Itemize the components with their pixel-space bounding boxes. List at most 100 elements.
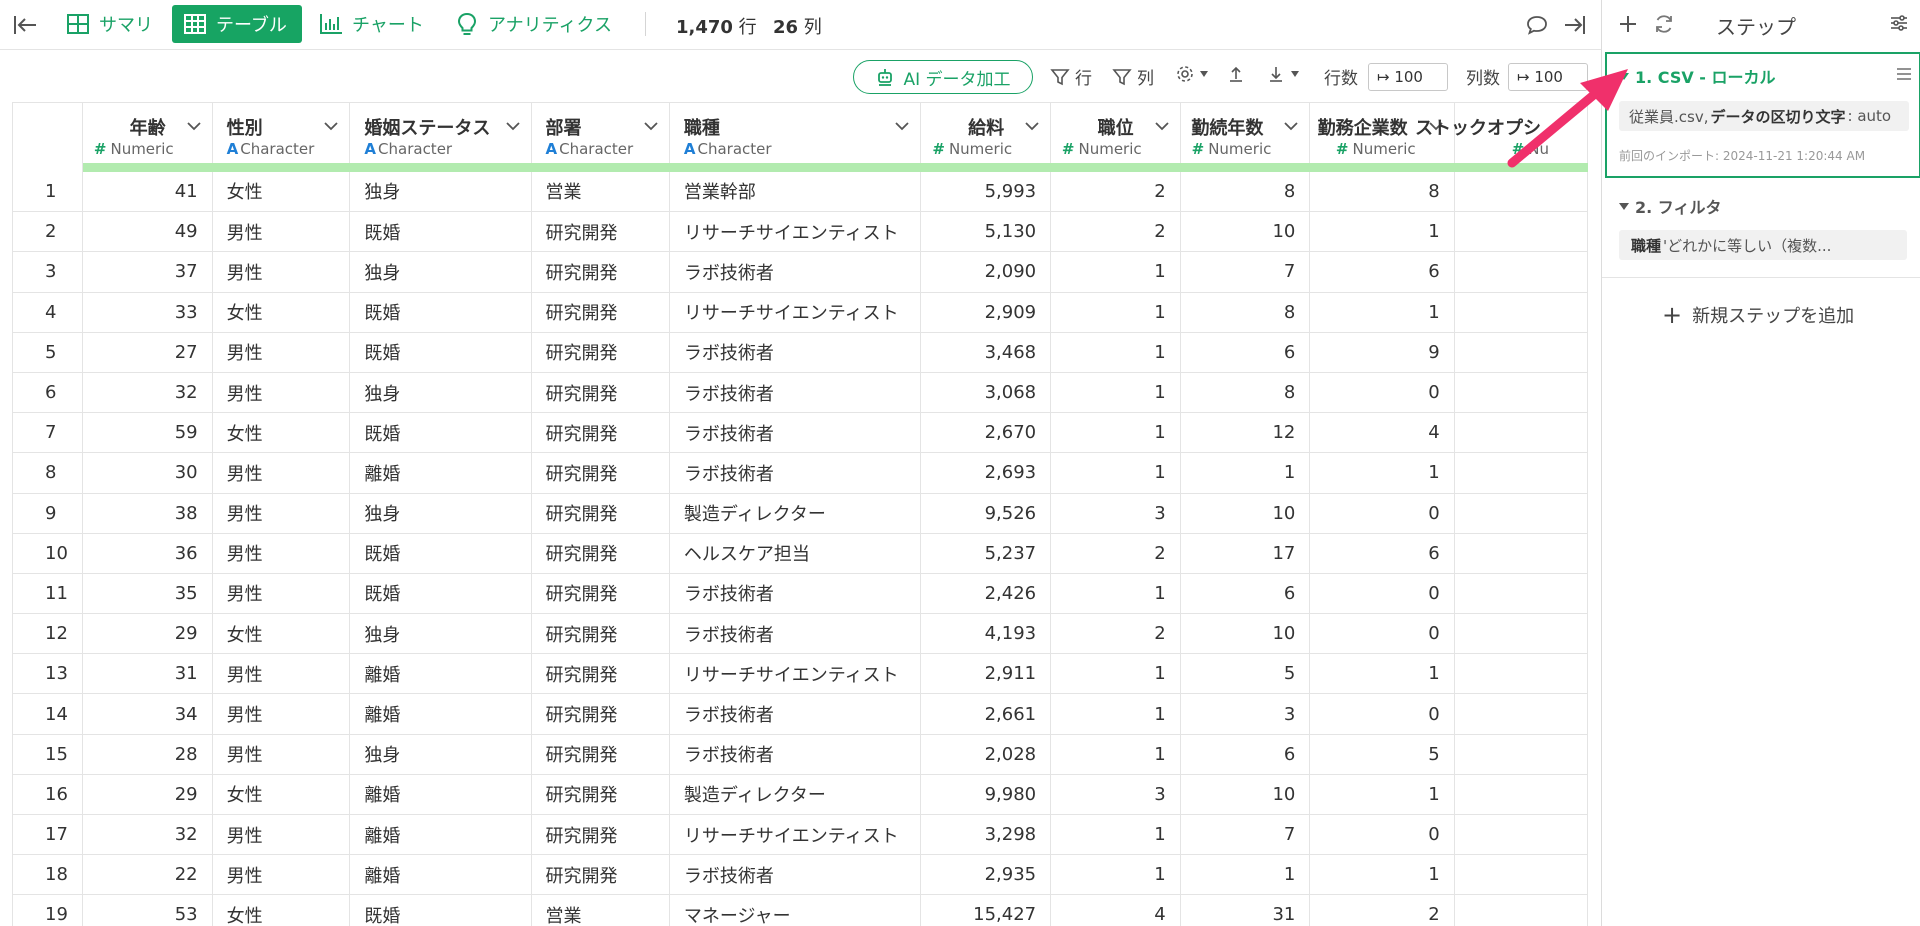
table-row[interactable]: 9 38 男性 独身 研究開発 製造ディレクター 9,526 3 10 0 <box>13 493 1588 534</box>
table-cell[interactable]: 5 <box>1309 734 1455 775</box>
table-cell[interactable]: 既婚 <box>349 332 532 373</box>
table-cell[interactable]: 営業 <box>531 894 670 926</box>
table-cell[interactable]: 既婚 <box>349 292 532 333</box>
table-cell[interactable]: 既婚 <box>349 211 532 253</box>
table-cell[interactable]: 2 <box>1050 613 1181 655</box>
table-row[interactable]: 4 33 女性 既婚 研究開発 リサーチサイエンティスト 2,909 1 8 1 <box>13 292 1588 333</box>
table-cell[interactable]: 1 <box>1180 854 1311 896</box>
table-cell[interactable]: 男性 <box>212 211 351 253</box>
table-cell[interactable]: 5,130 <box>920 211 1052 253</box>
table-cell[interactable]: 研究開発 <box>531 693 670 735</box>
table-row[interactable]: 13 31 男性 離婚 研究開発 リサーチサイエンティスト 2,911 1 5 1 <box>13 653 1588 695</box>
table-cell[interactable]: 1 <box>1309 653 1455 695</box>
table-cell[interactable]: 35 <box>82 573 213 615</box>
table-cell[interactable]: 研究開発 <box>531 774 670 816</box>
table-row[interactable]: 10 36 男性 既婚 研究開発 ヘルスケア担当 5,237 2 17 6 <box>13 533 1588 574</box>
table-cell[interactable]: 女性 <box>212 774 351 816</box>
table-cell[interactable]: 37 <box>82 251 213 293</box>
table-cell[interactable]: 36 <box>82 533 213 574</box>
table-cell[interactable]: 0 <box>1309 693 1455 735</box>
plus-icon[interactable] <box>1616 12 1640 36</box>
table-cell[interactable] <box>1454 653 1588 695</box>
chevron-down-icon[interactable] <box>1283 118 1299 134</box>
table-cell[interactable]: 1 <box>1309 774 1455 816</box>
chevron-down-icon[interactable] <box>186 118 202 134</box>
table-cell[interactable]: 営業幹部 <box>669 171 921 213</box>
table-cell[interactable]: 男性 <box>212 372 351 414</box>
table-cell[interactable]: ヘルスケア担当 <box>669 533 921 574</box>
table-cell[interactable]: 0 <box>1309 372 1455 414</box>
table-cell[interactable]: 研究開発 <box>531 734 670 775</box>
table-cell[interactable] <box>1454 452 1588 494</box>
table-cell[interactable]: 1 <box>1050 854 1181 896</box>
table-cell[interactable]: 32 <box>82 372 213 414</box>
table-cell[interactable]: 0 <box>1309 613 1455 655</box>
table-cell[interactable]: 0 <box>1309 814 1455 856</box>
table-cell[interactable] <box>1454 372 1588 414</box>
view-tab-summary[interactable]: サマリ <box>55 5 163 43</box>
view-tab-chart[interactable]: チャート <box>308 5 434 43</box>
table-cell[interactable]: 6 <box>1180 332 1311 373</box>
table-cell[interactable]: 1 <box>1309 854 1455 896</box>
table-row[interactable]: 7 59 女性 既婚 研究開発 ラボ技術者 2,670 1 12 4 <box>13 412 1588 454</box>
table-cell[interactable]: 既婚 <box>349 573 532 615</box>
table-row[interactable]: 17 32 男性 離婚 研究開発 リサーチサイエンティスト 3,298 1 7 0 <box>13 814 1588 856</box>
download-dropdown[interactable] <box>1266 64 1299 84</box>
table-cell[interactable]: 2,909 <box>920 292 1052 333</box>
table-cell[interactable]: 男性 <box>212 573 351 615</box>
step-csv-local[interactable]: 1. CSV - ローカル 従業員.csv, データの区切り文字 : auto … <box>1605 52 1920 178</box>
table-cell[interactable]: 33 <box>82 292 213 333</box>
table-cell[interactable]: リサーチサイエンティスト <box>669 292 921 333</box>
table-cell[interactable]: 製造ディレクター <box>669 774 921 816</box>
table-cell[interactable]: 研究開発 <box>531 412 670 454</box>
table-cell[interactable]: 離婚 <box>349 693 532 735</box>
table-cell[interactable]: 1 <box>1050 653 1181 695</box>
table-cell[interactable] <box>1454 292 1588 333</box>
table-cell[interactable]: 離婚 <box>349 653 532 695</box>
table-cell[interactable] <box>1454 814 1588 856</box>
comment-icon[interactable] <box>1524 12 1550 38</box>
table-cell[interactable]: 9,526 <box>920 493 1052 534</box>
table-cell[interactable]: ラボ技術者 <box>669 332 921 373</box>
table-row[interactable]: 6 32 男性 独身 研究開発 ラボ技術者 3,068 1 8 0 <box>13 372 1588 414</box>
table-cell[interactable]: 2,670 <box>920 412 1052 454</box>
table-cell[interactable]: 男性 <box>212 653 351 695</box>
table-cell[interactable]: 男性 <box>212 814 351 856</box>
table-cell[interactable]: 独身 <box>349 613 532 655</box>
table-cell[interactable]: 男性 <box>212 452 351 494</box>
table-cell[interactable]: 研究開発 <box>531 332 670 373</box>
table-cell[interactable] <box>1454 693 1588 735</box>
table-cell[interactable]: 1 <box>1050 452 1181 494</box>
table-cell[interactable]: リサーチサイエンティスト <box>669 814 921 856</box>
table-cell[interactable]: 27 <box>82 332 213 373</box>
table-cell[interactable]: 22 <box>82 854 213 896</box>
column-header[interactable]: 職種 A Character <box>669 102 921 163</box>
table-row[interactable]: 19 53 女性 既婚 営業 マネージャー 15,427 4 31 2 <box>13 894 1588 926</box>
table-cell[interactable]: 製造ディレクター <box>669 493 921 534</box>
table-cell[interactable] <box>1454 894 1588 926</box>
table-cell[interactable] <box>1454 854 1588 896</box>
table-cell[interactable]: 1 <box>1309 211 1455 253</box>
table-cell[interactable]: 2,090 <box>920 251 1052 293</box>
table-cell[interactable]: 49 <box>82 211 213 253</box>
table-cell[interactable]: 研究開発 <box>531 211 670 253</box>
row-filter-button[interactable]: 行 <box>1050 64 1092 89</box>
column-header[interactable]: ストックオプシ # Nu <box>1415 102 1588 163</box>
table-cell[interactable]: リサーチサイエンティスト <box>669 211 921 253</box>
table-cell[interactable]: 2,911 <box>920 653 1052 695</box>
table-cell[interactable]: 29 <box>82 613 213 655</box>
column-filter-button[interactable]: 列 <box>1112 64 1154 89</box>
table-cell[interactable]: 離婚 <box>349 814 532 856</box>
chevron-down-icon[interactable] <box>323 118 339 134</box>
hamburger-menu-icon[interactable] <box>1895 66 1913 82</box>
refresh-icon[interactable] <box>1652 12 1676 36</box>
table-cell[interactable]: 53 <box>82 894 213 926</box>
table-cell[interactable]: 研究開発 <box>531 372 670 414</box>
table-cell[interactable]: 男性 <box>212 493 351 534</box>
table-row[interactable]: 12 29 女性 独身 研究開発 ラボ技術者 4,193 2 10 0 <box>13 613 1588 655</box>
chevron-down-icon[interactable] <box>643 118 659 134</box>
table-cell[interactable]: 8 <box>1180 372 1311 414</box>
table-cell[interactable]: 女性 <box>212 292 351 333</box>
table-cell[interactable]: 31 <box>1180 894 1311 926</box>
table-cell[interactable]: ラボ技術者 <box>669 251 921 293</box>
